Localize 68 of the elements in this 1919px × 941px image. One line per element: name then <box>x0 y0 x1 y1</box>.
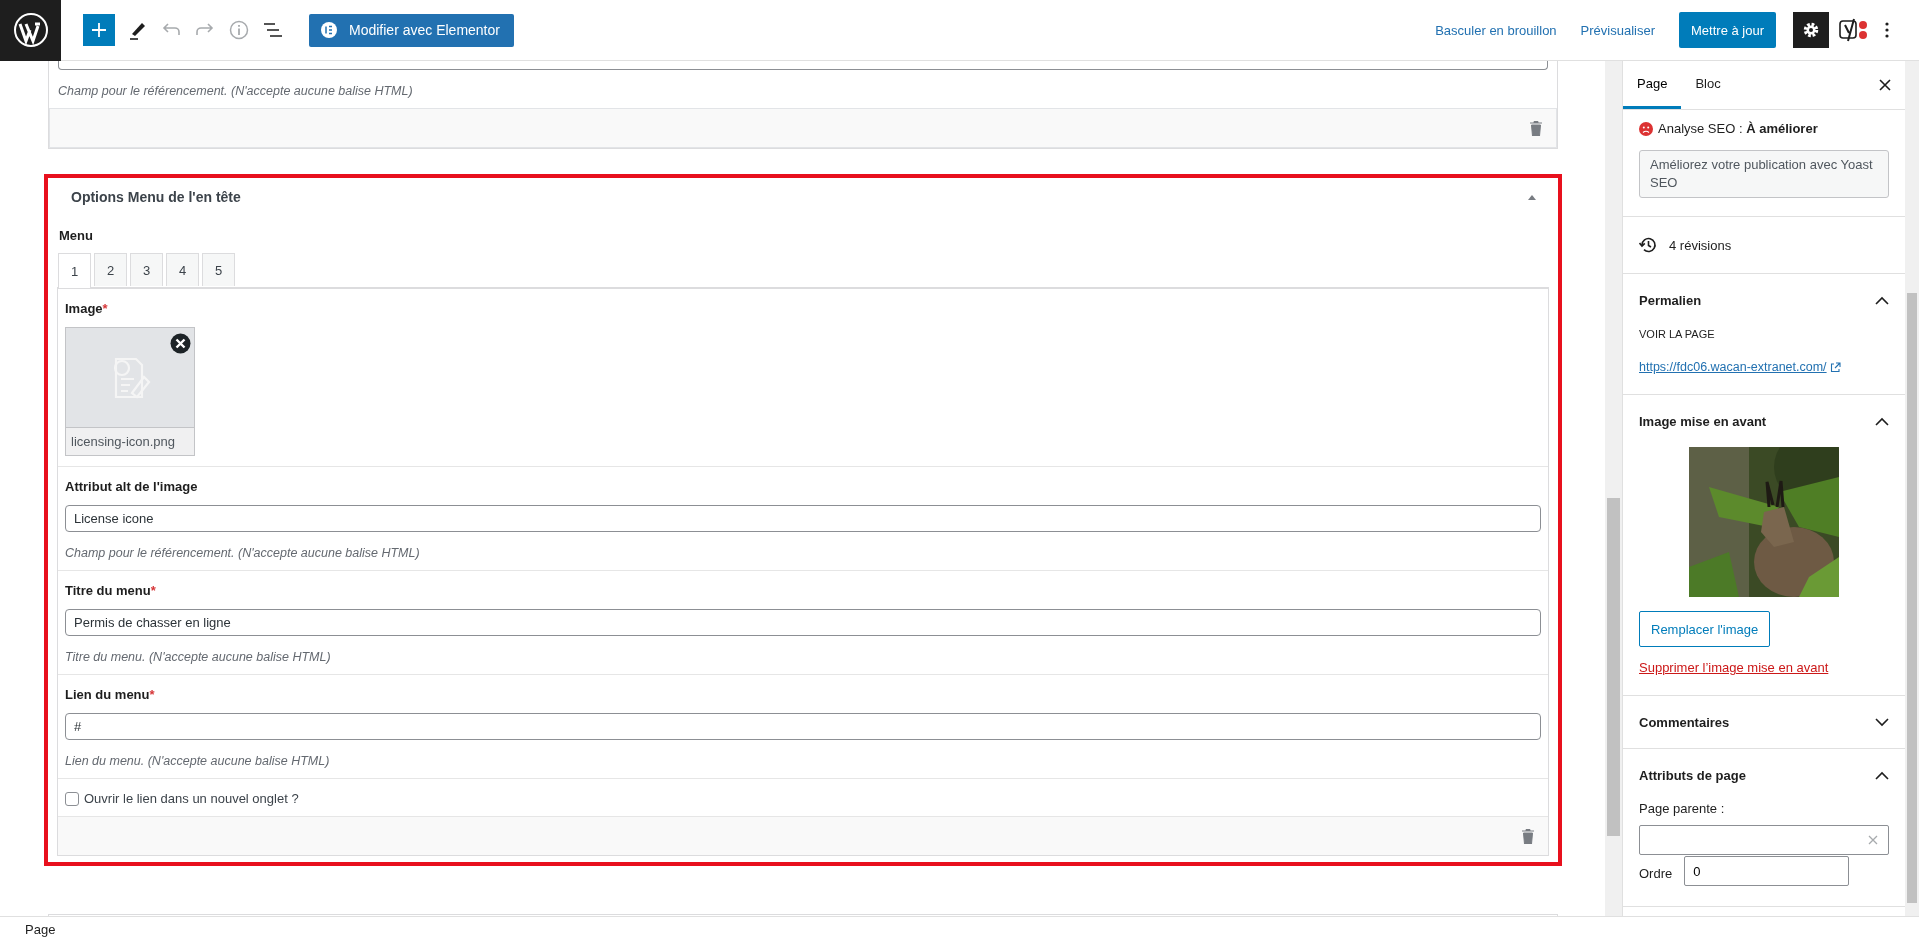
text-field[interactable]: # <box>65 713 1541 740</box>
plus-icon <box>91 22 107 38</box>
revisions-link[interactable]: 4 révisions <box>1669 237 1732 253</box>
remove-image-link[interactable]: Supprimer l’image mise en avant <box>1639 660 1889 676</box>
section-title: Attributs de page <box>1639 767 1746 783</box>
pencil-icon[interactable] <box>129 20 147 40</box>
chevron-up-icon[interactable] <box>1875 770 1889 780</box>
panel-title: Options Menu de l'en tête <box>71 189 241 205</box>
help-text: Titre du menu. (N'accepte aucune balise HTML) <box>65 650 332 664</box>
caret-icon[interactable] <box>1527 194 1537 200</box>
parent-page-select[interactable] <box>1639 825 1889 856</box>
scrollbar-thumb[interactable] <box>1607 498 1620 836</box>
chevron-down-icon[interactable] <box>1875 717 1889 727</box>
field-label: Lien du menu* <box>65 687 156 702</box>
trash-icon[interactable] <box>1522 828 1534 844</box>
preview-link[interactable]: Prévisualiser <box>1580 22 1655 38</box>
menu-tab[interactable]: 3 <box>130 253 163 286</box>
section-caption: VOIR LA PAGE <box>1639 328 1716 341</box>
seo-status: Analyse SEO : À améliorer <box>1658 121 1818 136</box>
sidebar-tab[interactable]: Bloc <box>1681 61 1735 109</box>
elementor-button[interactable]: Modifier avec Elementor <box>309 13 514 47</box>
menu-tab[interactable]: 1 <box>58 253 91 288</box>
text-field[interactable]: License icone <box>65 505 1541 532</box>
checkbox[interactable] <box>65 791 79 806</box>
draft-link[interactable]: Basculer en brouillon <box>1435 22 1557 38</box>
yoast-button[interactable]: Améliorez votre publication avec Yoast SEO <box>1639 150 1889 199</box>
more-options-icon[interactable] <box>1885 22 1889 38</box>
field-label: Attribut alt de l'image <box>65 479 199 494</box>
checkbox-label: Ouvrir le lien dans un nouvel onglet ? <box>84 791 299 806</box>
close-icon[interactable] <box>1879 79 1891 91</box>
remove-icon[interactable] <box>170 333 191 354</box>
clear-icon[interactable] <box>1868 835 1878 846</box>
chevron-up-icon[interactable] <box>1875 295 1889 305</box>
menu-tab[interactable]: 5 <box>202 253 235 286</box>
help-text: Champ pour le référencement. (N'accepte aucune balise HTML) <box>58 84 414 98</box>
list-view-icon[interactable] <box>263 22 283 38</box>
permalink-link[interactable]: https://fdc06.wacan-extranet.com/ <box>1639 360 1841 375</box>
add-block-button[interactable] <box>83 14 115 46</box>
section-title: Image mise en avant <box>1639 413 1767 429</box>
field-label: Titre du menu* <box>65 583 157 598</box>
sad-face-icon <box>1639 121 1653 136</box>
field-label: Page parente : <box>1639 801 1726 817</box>
order-field[interactable]: 0 <box>1684 856 1850 887</box>
field-label: Menu <box>59 228 94 243</box>
section-title: Permalien <box>1639 292 1702 308</box>
scrollbar-thumb[interactable] <box>1907 293 1917 903</box>
menu-tab[interactable]: 2 <box>94 253 127 286</box>
chevron-up-icon[interactable] <box>1875 416 1889 426</box>
external-link-icon <box>1829 361 1841 373</box>
breadcrumb[interactable]: Page <box>25 921 56 937</box>
settings-icon[interactable] <box>1793 12 1829 48</box>
elementor-logo <box>321 22 337 38</box>
sidebar-tab[interactable]: Page <box>1623 61 1682 109</box>
menu-tab[interactable]: 4 <box>166 253 199 286</box>
help-text: Champ pour le référencement. (N'accepte aucune balise HTML) <box>65 546 421 560</box>
update-button[interactable]: Mettre à jour <box>1679 12 1776 48</box>
section-title: Commentaires <box>1639 714 1730 730</box>
yoast-logo[interactable] <box>1839 16 1869 44</box>
wordpress-logo[interactable] <box>0 0 61 61</box>
image-thumbnail[interactable]: licensing-icon.png <box>65 327 195 456</box>
replace-image-button[interactable]: Remplacer l'image <box>1639 611 1771 648</box>
field-label: Image* <box>65 301 109 316</box>
text-field[interactable]: Permis de chasser en ligne <box>65 609 1541 636</box>
file-name: licensing-icon.png <box>66 427 194 455</box>
help-text: Lien du menu. (N'accepte aucune balise HTML) <box>65 754 331 768</box>
history-icon <box>1639 236 1657 255</box>
field-label: Ordre <box>1639 866 1673 882</box>
trash-icon[interactable] <box>1530 120 1542 136</box>
